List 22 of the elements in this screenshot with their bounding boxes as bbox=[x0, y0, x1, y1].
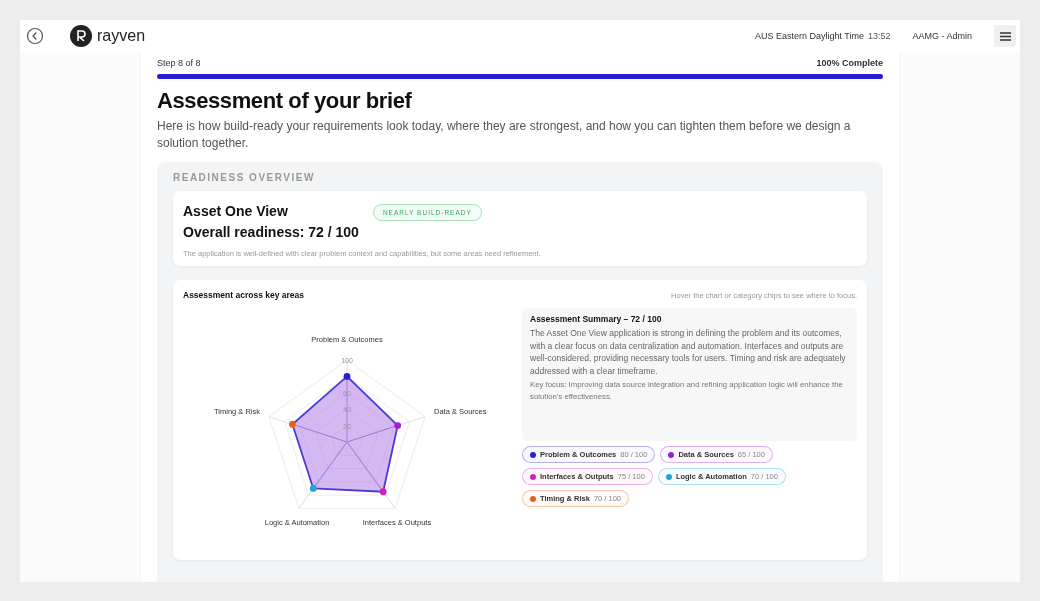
logo-text: rayven bbox=[97, 27, 146, 45]
card-title: Assessment across key areas bbox=[183, 290, 304, 300]
menu-button[interactable] bbox=[994, 25, 1016, 47]
step-label: Step 8 of 8 bbox=[157, 58, 201, 68]
data-point[interactable] bbox=[379, 488, 387, 496]
intro-text: Here is how build-ready your requirements look today, where they are strongest, and how you can tighten them before we design a solution together. bbox=[157, 118, 852, 152]
data-point[interactable] bbox=[343, 373, 351, 380]
data-point[interactable] bbox=[394, 422, 402, 429]
project-name: Asset One View bbox=[183, 202, 289, 221]
summary-title: Assessment Summary – 72 / 100 bbox=[530, 314, 663, 324]
logo-icon bbox=[70, 25, 92, 47]
summary-text: The Asset One View application is strong in defining the problem and its outcomes, with a clear focus on data centralization and automation. Interfaces and outputs are well-considered, providing necessary tools for users. Timing and risk are adequately addressed with a clear timeframe. bbox=[530, 327, 847, 377]
readiness-score: Overall readiness: 72 / 100 bbox=[183, 223, 359, 242]
user-menu[interactable]: AAMG - Admin bbox=[912, 31, 972, 41]
back-icon[interactable] bbox=[26, 27, 44, 45]
timezone-label: AUS Eastern Daylight Time bbox=[754, 31, 864, 41]
section-heading: READINESS OVERVIEW bbox=[173, 172, 316, 183]
clock-time: 13:52 bbox=[867, 31, 891, 41]
data-point[interactable] bbox=[289, 420, 296, 428]
progress-label: 100% Complete bbox=[816, 58, 883, 68]
page-title: Assessment of your brief bbox=[157, 88, 413, 114]
menu-icon bbox=[999, 31, 1011, 41]
